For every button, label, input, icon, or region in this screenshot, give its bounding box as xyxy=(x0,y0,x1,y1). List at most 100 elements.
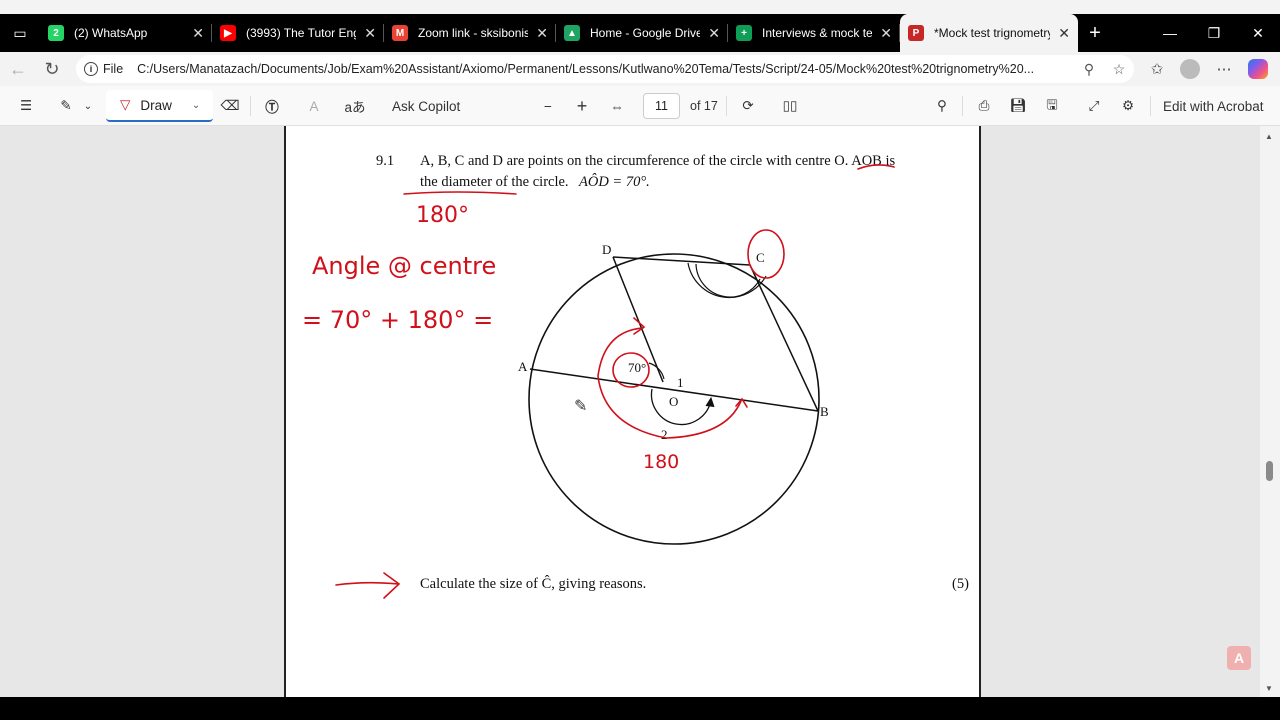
highlight-chevron-icon[interactable]: ⌄ xyxy=(80,94,96,118)
close-tab-icon[interactable]: ✕ xyxy=(536,25,548,42)
ink-180-under: 180° xyxy=(416,203,469,228)
given-angle: AÔD = 70°. xyxy=(578,173,650,190)
scrollbar[interactable]: ▲ ▼ xyxy=(1260,126,1280,697)
acrobat-icon[interactable]: A xyxy=(1227,646,1251,670)
pdf-viewer: 9.1 A, B, C and D are points on the circ… xyxy=(0,126,1280,697)
tab-title: Interviews & mock tes xyxy=(762,26,873,40)
save-as-icon[interactable]: 🖫 xyxy=(1040,94,1064,118)
minimize-button[interactable]: — xyxy=(1148,14,1192,52)
tab-google-drive[interactable]: ▲ Home - Google Drive ✕ xyxy=(556,14,728,52)
question-line-1: A, B, C and D are points on the circumfe… xyxy=(420,153,895,169)
circle-diagram: D C A B O 70° 1 2 xyxy=(518,242,829,545)
restore-button[interactable]: ❐ xyxy=(1192,14,1236,52)
zoom-icon[interactable]: ⚲ xyxy=(1074,61,1104,78)
page-view-icon[interactable]: ▯▯ xyxy=(778,94,802,118)
browser-window: ▭ 2 (2) WhatsApp ✕ ▶ (3993) The Tutor Engine… xyxy=(0,0,1280,720)
close-tab-icon[interactable]: ✕ xyxy=(192,25,204,42)
read-aloud-icon[interactable]: A xyxy=(302,94,326,118)
marks: (5) xyxy=(952,576,969,592)
address-bar-row: ← ↻ i File C:/Users/Manatazach/Documents… xyxy=(0,52,1280,86)
draw-button[interactable]: ▽ Draw ⌄ xyxy=(106,90,213,122)
taskbar-strip xyxy=(0,697,1280,720)
google-drive-icon: ▲ xyxy=(564,25,580,41)
url-text[interactable]: C:/Users/Manatazach/Documents/Job/Exam%2… xyxy=(137,62,1074,76)
profile-avatar[interactable] xyxy=(1178,57,1202,81)
label-d: D xyxy=(602,242,611,257)
close-tab-icon[interactable]: ✕ xyxy=(364,25,376,42)
close-tab-icon[interactable]: ✕ xyxy=(880,25,892,42)
print-icon[interactable]: ⎙ xyxy=(972,94,996,118)
tab-title: (2) WhatsApp xyxy=(74,26,148,40)
ink-angle-centre: Angle @ centre xyxy=(312,252,496,280)
pdf-icon: P xyxy=(908,25,924,41)
tab-title: Home - Google Drive xyxy=(590,26,701,40)
page-content: 9.1 A, B, C and D are points on the circ… xyxy=(302,153,969,599)
rotate-icon[interactable]: ⟳ xyxy=(736,94,760,118)
pencil-cursor-icon: ✎ xyxy=(574,396,587,415)
angle-2-label: 2 xyxy=(661,427,668,442)
tab-actions-icon[interactable]: ▭ xyxy=(0,14,40,52)
question-line-2: the diameter of the circle. xyxy=(420,174,569,190)
text-box-icon[interactable]: Ⓣ xyxy=(260,94,284,118)
close-tab-icon[interactable]: ✕ xyxy=(708,25,720,42)
angle-1-label: 1 xyxy=(677,375,684,390)
tab-gmail[interactable]: M Zoom link - sksibonisol ✕ xyxy=(384,14,556,52)
fullscreen-icon[interactable]: ⤢ xyxy=(1082,94,1106,118)
arrow-task xyxy=(335,581,399,586)
tab-google-sheets[interactable]: + Interviews & mock tes ✕ xyxy=(728,14,900,52)
arrow-task-head xyxy=(383,572,401,599)
contents-icon[interactable]: ☰ xyxy=(14,94,38,118)
favorites-icon[interactable]: ✩ xyxy=(1145,57,1169,81)
whatsapp-icon: 2 xyxy=(48,25,64,41)
tab-pdf[interactable]: P *Mock test trignometry ✕ xyxy=(900,14,1078,52)
favorite-star-icon[interactable]: ☆ xyxy=(1104,61,1134,78)
draw-chevron-icon[interactable]: ⌄ xyxy=(192,100,200,111)
save-icon[interactable]: 💾︎ xyxy=(1006,94,1030,118)
ask-copilot-button[interactable]: Ask Copilot xyxy=(392,94,460,118)
settings-gear-icon[interactable]: ⚙ xyxy=(1116,94,1140,118)
google-sheets-icon: + xyxy=(736,25,752,41)
zoom-out-button[interactable]: − xyxy=(536,94,560,118)
url-box[interactable]: i File C:/Users/Manatazach/Documents/Job… xyxy=(76,55,1134,83)
translate-icon[interactable]: aあ xyxy=(343,94,367,118)
chord-dc xyxy=(612,256,751,266)
highlight-icon[interactable]: ✎ xyxy=(54,94,78,118)
refresh-button[interactable]: ↻ xyxy=(40,57,64,81)
gmail-icon: M xyxy=(392,25,408,41)
url-scheme-label: File xyxy=(103,62,124,76)
angle-70-label: 70° xyxy=(628,360,646,375)
tab-title: *Mock test trignometry xyxy=(934,26,1051,40)
page-total: of 17 xyxy=(690,99,718,113)
tab-whatsapp[interactable]: 2 (2) WhatsApp ✕ xyxy=(40,14,212,52)
zoom-in-button[interactable]: + xyxy=(570,94,594,118)
tab-strip: ▭ 2 (2) WhatsApp ✕ ▶ (3993) The Tutor Engine… xyxy=(0,14,1280,52)
eraser-icon[interactable]: ⌫ xyxy=(218,94,242,118)
info-icon[interactable]: i xyxy=(84,62,98,76)
fit-page-icon[interactable]: ⇔ xyxy=(605,94,629,118)
label-b: B xyxy=(820,404,829,419)
search-icon[interactable]: ⚲ xyxy=(930,94,954,118)
more-menu-icon[interactable]: ⋯ xyxy=(1212,57,1236,81)
circle-c xyxy=(747,229,785,279)
page-number-input[interactable]: 11 xyxy=(643,93,680,119)
close-tab-icon[interactable]: ✕ xyxy=(1058,25,1070,42)
pdf-page: 9.1 A, B, C and D are points on the circ… xyxy=(284,126,981,697)
chord-cb xyxy=(749,264,819,412)
close-window-button[interactable]: ✕ xyxy=(1236,14,1280,52)
scrollbar-thumb[interactable] xyxy=(1266,461,1273,481)
tab-title: (3993) The Tutor Engine xyxy=(246,26,356,40)
question-number: 9.1 xyxy=(376,153,394,169)
tab-youtube[interactable]: ▶ (3993) The Tutor Engine ✕ xyxy=(212,14,384,52)
label-o: O xyxy=(669,394,678,409)
pdf-toolbar: ☰ ✎ ⌄ ▽ Draw ⌄ ⌫ Ⓣ A aあ Ask Copilot − + … xyxy=(0,86,1280,126)
back-button[interactable]: ← xyxy=(6,57,30,81)
youtube-icon: ▶ xyxy=(220,25,236,41)
window-controls: — ❐ ✕ xyxy=(1148,14,1280,52)
copilot-icon[interactable] xyxy=(1246,57,1270,81)
new-tab-button[interactable]: + xyxy=(1078,14,1112,52)
label-a: A xyxy=(518,359,528,374)
draw-pen-icon: ▽ xyxy=(120,97,131,112)
tab-title: Zoom link - sksibonisol xyxy=(418,26,529,40)
task-text: Calculate the size of Ĉ, giving reasons. xyxy=(420,575,646,592)
edit-with-acrobat-button[interactable]: Edit with Acrobat xyxy=(1163,94,1264,118)
